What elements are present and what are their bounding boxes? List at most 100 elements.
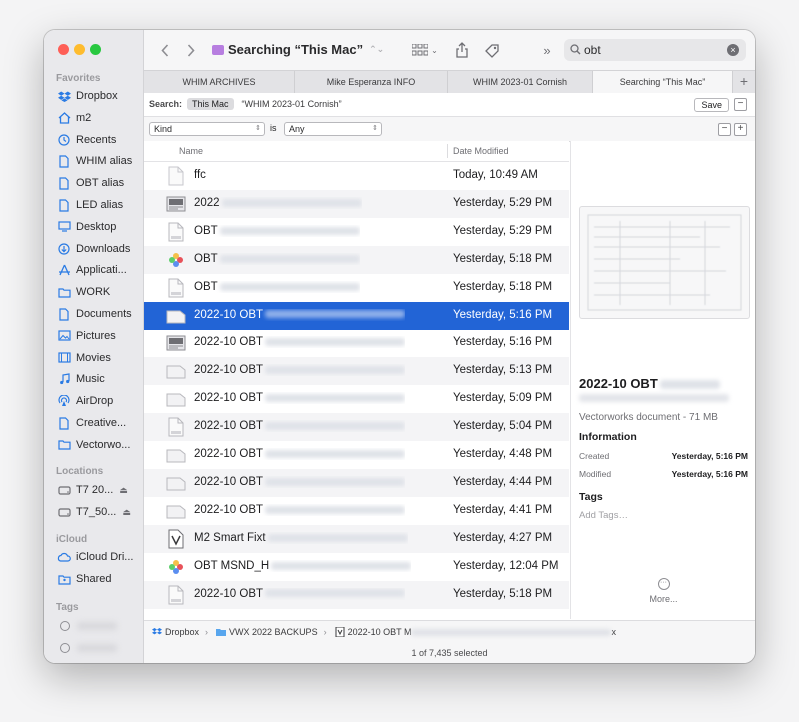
- search-query-text[interactable]: obt: [584, 43, 601, 57]
- view-options-button[interactable]: ⌄: [410, 41, 440, 59]
- sidebar-item-m2[interactable]: m2: [52, 108, 140, 128]
- sidebar-item-desktop[interactable]: Desktop: [52, 217, 140, 237]
- file-vwx-icon: [166, 361, 186, 381]
- title-menu-icon[interactable]: ⌃⌄: [369, 44, 384, 55]
- search-field[interactable]: obt ×: [564, 39, 746, 61]
- file-name: 2022-10 OBT: [194, 336, 406, 348]
- toolbar-overflow-button[interactable]: »: [540, 41, 554, 59]
- column-divider[interactable]: [447, 144, 448, 158]
- remove-search-button[interactable]: −: [734, 98, 747, 111]
- sidebar-item-label: AirDrop: [76, 395, 114, 408]
- file-row[interactable]: 2022-10 OBT Yesterday, 5:18 PM: [144, 580, 569, 609]
- sidebar-item-icloud-dri[interactable]: iCloud Dri...: [52, 547, 140, 567]
- remove-criteria-button[interactable]: −: [718, 123, 731, 136]
- sidebar-item-applicati[interactable]: Applicati...: [52, 260, 140, 280]
- chevron-down-icon: ⌄: [431, 45, 438, 55]
- pictures-icon: [57, 329, 71, 343]
- file-name: 2022-10 OBT: [194, 420, 406, 432]
- sidebar-item-whim-alias[interactable]: WHIM alias: [52, 151, 140, 171]
- path-item-dropbox[interactable]: Dropbox: [152, 627, 199, 637]
- minimize-window-button[interactable]: [74, 44, 85, 55]
- drive-icon: [57, 505, 71, 519]
- tag-circle-icon: [60, 621, 70, 631]
- sidebar-item-recents[interactable]: Recents: [52, 130, 140, 150]
- close-window-button[interactable]: [58, 44, 69, 55]
- eject-icon[interactable]: ⏏: [119, 485, 128, 496]
- column-header-date-modified[interactable]: Date Modified: [453, 146, 509, 156]
- tags-heading: Tags: [579, 491, 603, 503]
- sidebar-item-movies[interactable]: Movies: [52, 348, 140, 368]
- file-vwx-icon: [166, 389, 186, 409]
- file-row[interactable]: OBT Yesterday, 5:29 PM: [144, 218, 569, 246]
- file-app-icon: [166, 250, 186, 270]
- criteria-value-popup[interactable]: Any ⇕: [284, 122, 382, 136]
- file-row[interactable]: M2 Smart Fixt Yesterday, 4:27 PM: [144, 524, 569, 553]
- sidebar-item-pictures[interactable]: Pictures: [52, 326, 140, 346]
- file-row[interactable]: 2022-10 OBT Yesterday, 4:41 PM: [144, 497, 569, 525]
- file-name: 2022-10 OBT: [194, 588, 406, 600]
- sidebar-item-airdrop[interactable]: AirDrop: [52, 391, 140, 411]
- sidebar-item-downloads[interactable]: Downloads: [52, 239, 140, 259]
- scope-this-mac[interactable]: This Mac: [187, 98, 234, 110]
- column-header-name[interactable]: Name: [179, 146, 203, 156]
- sidebar-item-music[interactable]: Music: [52, 369, 140, 389]
- sidebar-item-t7-50[interactable]: T7_50... ⏏: [52, 502, 140, 522]
- file-row[interactable]: 2022-10 OBT Yesterday, 4:48 PM: [144, 441, 569, 469]
- file-name-text: OBT: [194, 280, 218, 293]
- forward-button[interactable]: [184, 41, 198, 59]
- file-row[interactable]: 2022-10 OBT Yesterday, 5:13 PM: [144, 357, 569, 386]
- sidebar-item-documents[interactable]: Documents: [52, 304, 140, 324]
- criteria-attribute-popup[interactable]: Kind ⇕: [149, 122, 265, 136]
- file-row[interactable]: ffc Today, 10:49 AM: [144, 162, 569, 190]
- zoom-window-button[interactable]: [90, 44, 101, 55]
- share-button[interactable]: [454, 41, 470, 59]
- file-row[interactable]: OBT Yesterday, 5:18 PM: [144, 245, 569, 274]
- tab-whim-archives[interactable]: WHIM ARCHIVES: [144, 71, 295, 93]
- sidebar-item-led-alias[interactable]: LED alias: [52, 195, 140, 215]
- file-row[interactable]: 2022-10 OBT Yesterday, 5:16 PM: [144, 301, 569, 330]
- back-button[interactable]: [158, 41, 172, 59]
- sidebar-item-dropbox[interactable]: Dropbox: [52, 86, 140, 106]
- path-item-vwx-backups[interactable]: VWX 2022 BACKUPS: [216, 627, 318, 637]
- status-bar: 1 of 7,435 selected: [144, 643, 755, 663]
- file-row[interactable]: 2022-10 OBT Yesterday, 5:04 PM: [144, 413, 569, 442]
- more-button[interactable]: ··· More...: [571, 578, 755, 604]
- sidebar-item-vectorwo[interactable]: Vectorwo...: [52, 435, 140, 455]
- tab-searching-this-mac[interactable]: Searching “This Mac”: [593, 71, 733, 93]
- sidebar-tag-item[interactable]: [52, 616, 140, 636]
- sidebar-item-obt-alias[interactable]: OBT alias: [52, 173, 140, 193]
- tag-button[interactable]: [484, 41, 500, 59]
- tab-whim-2023-01-cornish[interactable]: WHIM 2023-01 Cornish: [448, 71, 593, 93]
- sidebar-item-shared[interactable]: Shared: [52, 569, 140, 589]
- file-row[interactable]: 2022-10 OBT Yesterday, 5:16 PM: [144, 329, 569, 357]
- add-criteria-button[interactable]: +: [734, 123, 747, 136]
- file-row[interactable]: OBT MSND_H Yesterday, 12:04 PM: [144, 553, 569, 581]
- new-tab-button[interactable]: +: [733, 71, 755, 93]
- redacted-name-part: [265, 422, 406, 431]
- file-row[interactable]: 2022 Yesterday, 5:29 PM: [144, 189, 569, 218]
- sidebar-item-creative[interactable]: Creative...: [52, 413, 140, 433]
- eject-icon[interactable]: ⏏: [122, 507, 131, 518]
- scope-current-folder[interactable]: “WHIM 2023-01 Cornish”: [242, 99, 342, 109]
- redacted-name-part: [265, 449, 406, 458]
- file-app-icon: [166, 557, 186, 577]
- clear-search-icon[interactable]: ×: [727, 44, 739, 56]
- modified-value: Yesterday, 5:16 PM: [671, 469, 748, 479]
- save-search-button[interactable]: Save: [694, 98, 729, 112]
- file-name-text: 2022-10 OBT: [194, 475, 264, 488]
- tab-mike-esperanza-info[interactable]: Mike Esperanza INFO: [295, 71, 448, 93]
- file-name-text: OBT: [194, 224, 218, 237]
- sidebar-tag-item[interactable]: [52, 638, 140, 658]
- file-row[interactable]: 2022-10 OBT Yesterday, 5:09 PM: [144, 385, 569, 413]
- path-item-file[interactable]: 2022-10 OBT M x: [335, 627, 616, 637]
- finder-window: Favorites Dropbox m2 Recents WHIM alias OBT …: [44, 30, 755, 663]
- sidebar-item-label: Movies: [76, 351, 111, 364]
- file-name: 2022-10 OBT: [194, 392, 406, 404]
- sidebar-item-label: T7 20...: [76, 484, 114, 496]
- redacted-name-part: [219, 282, 360, 291]
- file-row[interactable]: 2022-10 OBT Yesterday, 4:44 PM: [144, 468, 569, 497]
- sidebar-item-t7-20[interactable]: T7 20... ⏏: [52, 480, 140, 500]
- sidebar-item-work[interactable]: WORK: [52, 282, 140, 302]
- file-row[interactable]: OBT Yesterday, 5:18 PM: [144, 274, 569, 302]
- add-tags-field[interactable]: Add Tags…: [579, 510, 628, 521]
